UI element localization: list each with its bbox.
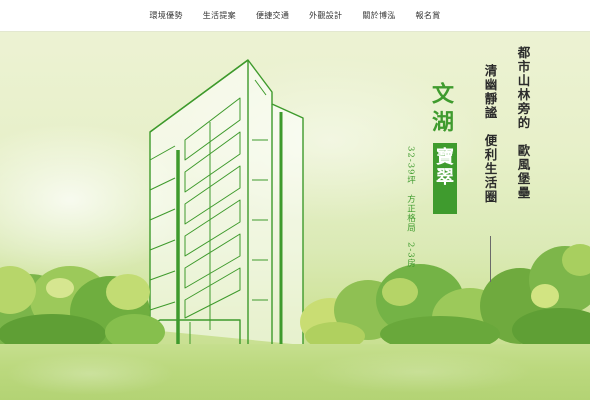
nav-item-lifestyle[interactable]: 生活提案 <box>193 10 246 21</box>
ground-highlight <box>0 344 590 400</box>
unit-spec: 32-39坪 方正格局 2-3房 <box>405 146 416 269</box>
building-sketch <box>140 59 304 346</box>
trees-right <box>300 244 590 352</box>
tagline-line-1: 都市山林旁的 歐風堡壘 <box>515 46 531 200</box>
nav-item-register[interactable]: 報名賞 <box>406 10 451 21</box>
hero-illustration <box>0 59 590 358</box>
brand-name-line-2: 寶翠 <box>433 147 454 187</box>
landing-page: 環境優勢 生活提案 便捷交通 外觀設計 關於博泓 報名賞 都市山林旁的 歐風堡壘… <box>0 0 590 400</box>
tagline-line-2: 清幽靜謐 便利生活圈 <box>482 64 498 204</box>
nav-item-about[interactable]: 關於博泓 <box>352 10 405 21</box>
nav-item-transport[interactable]: 便捷交通 <box>246 10 299 21</box>
top-nav: 環境優勢 生活提案 便捷交通 外觀設計 關於博泓 報名賞 <box>0 0 590 32</box>
tagline-divider <box>490 236 491 282</box>
nav-item-environment[interactable]: 環境優勢 <box>140 10 193 21</box>
nav-item-exterior-design[interactable]: 外觀設計 <box>299 10 352 21</box>
brand-name-line-1: 文湖 <box>428 82 454 138</box>
